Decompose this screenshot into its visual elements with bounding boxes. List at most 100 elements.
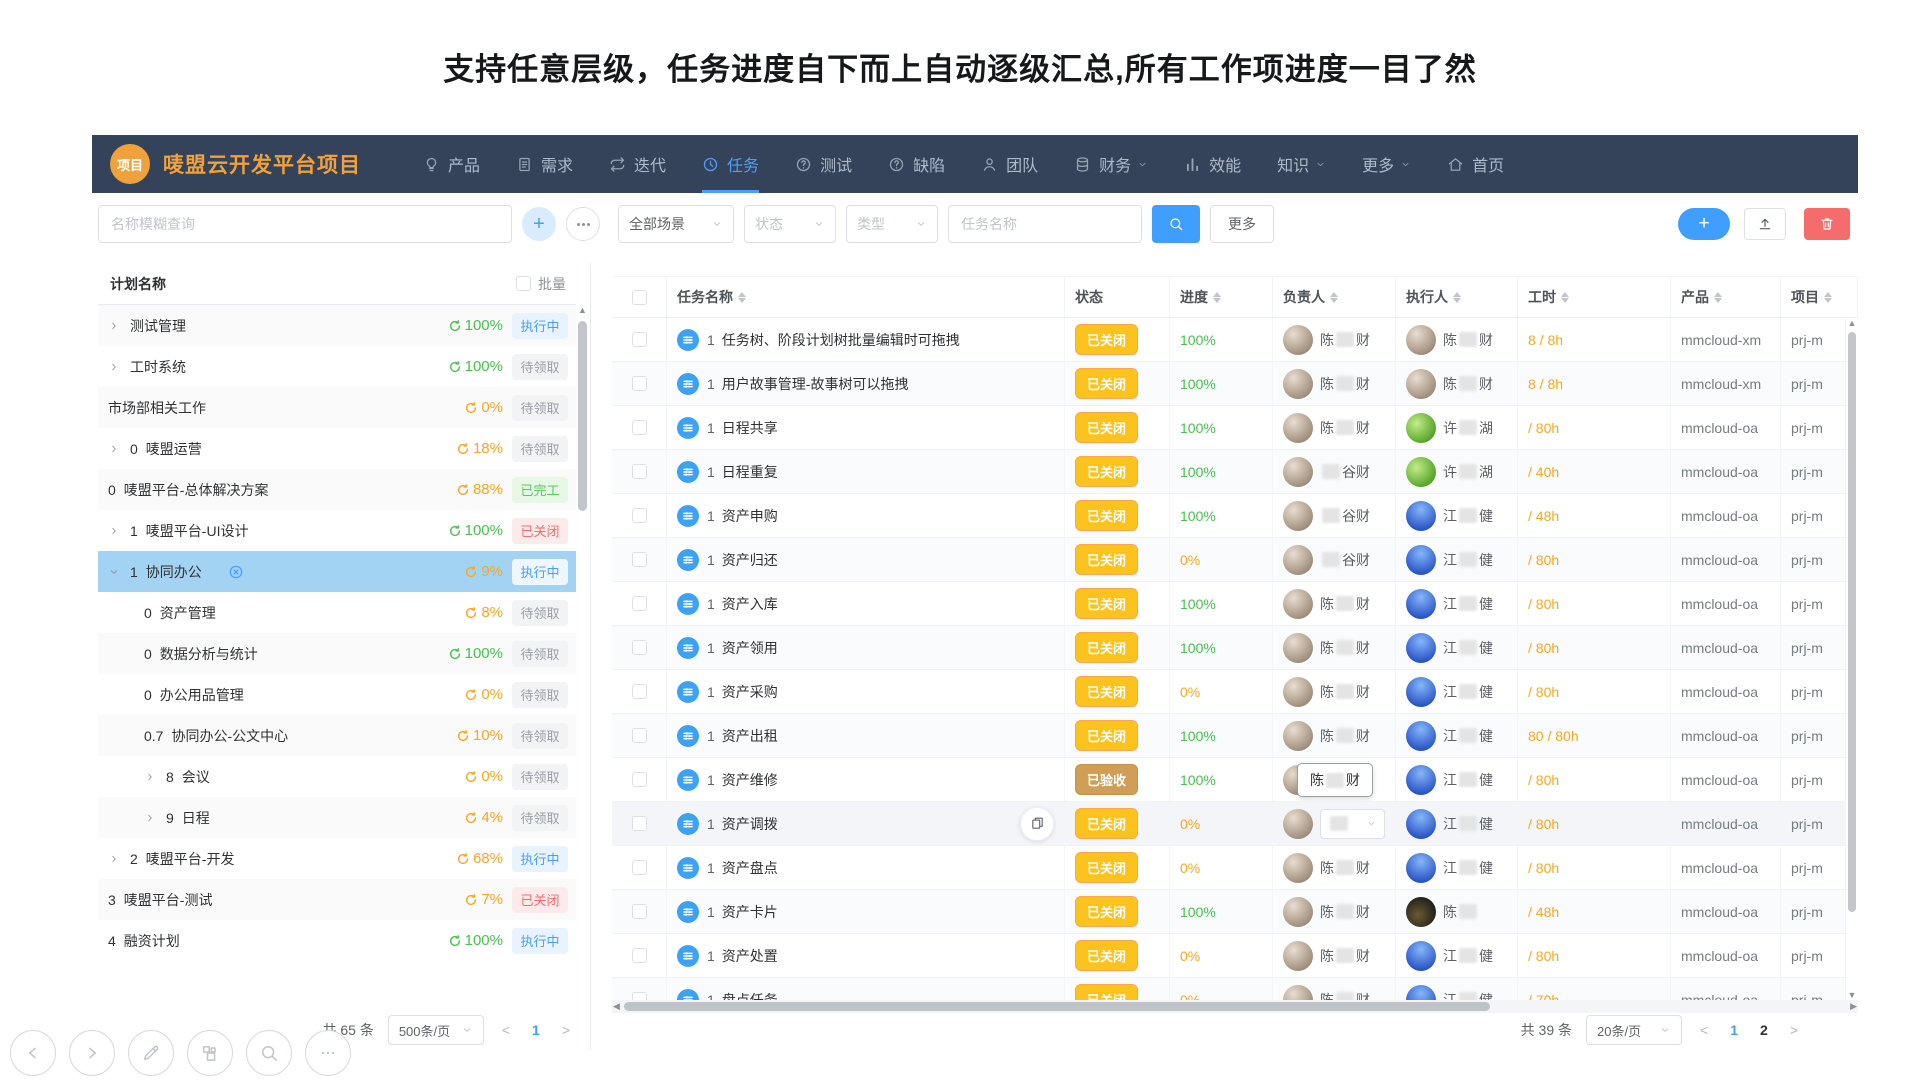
row-checkbox[interactable] <box>632 904 647 919</box>
task-next-page[interactable]: > <box>1786 1022 1802 1038</box>
plan-tree-item[interactable]: 0数据分析与统计100%待领取 <box>98 633 576 674</box>
task-prev-page[interactable]: < <box>1696 1022 1712 1038</box>
task-row[interactable]: 1任务树、阶段计划树批量编辑时可拖拽已关闭100%陈财陈财8 / 8hmmclo… <box>612 318 1846 362</box>
plan-tree-item[interactable]: 4融资计划100%执行中 <box>98 920 576 961</box>
column-header[interactable]: 项目 <box>1781 277 1858 317</box>
plan-tree-item[interactable]: 1协同办公9%执行中 <box>98 551 576 592</box>
row-checkbox[interactable] <box>632 992 647 1000</box>
plan-tree-item[interactable]: 0办公用品管理0%待领取 <box>98 674 576 715</box>
pen-button[interactable] <box>128 1030 174 1076</box>
task-row[interactable]: 1资产归还已关闭0%谷财江健/ 80hmmcloud-oaprj-m <box>612 538 1846 582</box>
nav-item-7[interactable]: 团队 <box>981 135 1038 193</box>
type-select[interactable]: 类型 <box>846 205 938 243</box>
owner-select[interactable] <box>1320 809 1385 839</box>
sort-icon[interactable] <box>1714 292 1722 303</box>
nav-item-12[interactable]: 首页 <box>1447 135 1504 193</box>
upload-button[interactable] <box>1744 208 1786 240</box>
plan-scrollbar[interactable]: ▲ <box>576 305 589 961</box>
column-header[interactable]: 状态 <box>1065 277 1170 317</box>
task-row[interactable]: 1资产采购已关闭0%陈财江健/ 80hmmcloud-oaprj-m <box>612 670 1846 714</box>
delete-button[interactable] <box>1804 208 1850 240</box>
sort-icon[interactable] <box>1453 292 1461 303</box>
task-row[interactable]: 1用户故事管理-故事树可以拖拽已关闭100%陈财陈财8 / 8hmmcloud-… <box>612 362 1846 406</box>
chevron-right-icon[interactable] <box>108 853 120 865</box>
plan-prev-page[interactable]: < <box>498 1022 514 1038</box>
row-checkbox[interactable] <box>632 464 647 479</box>
copy-task-button[interactable] <box>1020 807 1054 841</box>
task-row[interactable]: 1日程共享已关闭100%陈财许湖/ 80hmmcloud-oaprj-m <box>612 406 1846 450</box>
row-checkbox[interactable] <box>632 376 647 391</box>
scroll-right-icon[interactable]: ▶ <box>1850 1001 1857 1012</box>
add-plan-button[interactable]: + <box>522 207 556 241</box>
sort-icon[interactable] <box>1330 292 1338 303</box>
row-checkbox[interactable] <box>632 948 647 963</box>
nav-item-3[interactable]: 迭代 <box>609 135 666 193</box>
column-header[interactable]: 执行人 <box>1396 277 1518 317</box>
row-checkbox[interactable] <box>632 508 647 523</box>
task-page-size-select[interactable]: 20条/页 <box>1586 1015 1682 1045</box>
plan-tree-item[interactable]: 0唛盟运营18%待领取 <box>98 428 576 469</box>
scroll-up-icon[interactable]: ▲ <box>1846 318 1858 328</box>
magnifier-button[interactable] <box>246 1030 292 1076</box>
plan-tree-item[interactable]: 1唛盟平台-UI设计100%已关闭 <box>98 510 576 551</box>
plan-tree-item[interactable]: 市场部相关工作0%待领取 <box>98 387 576 428</box>
chevron-right-icon[interactable] <box>144 771 156 783</box>
plan-tree-item[interactable]: 0唛盟平台-总体解决方案88%已完工 <box>98 469 576 510</box>
row-checkbox[interactable] <box>632 860 647 875</box>
row-checkbox[interactable] <box>632 684 647 699</box>
owner-edit-popup[interactable]: 陈财 <box>1297 763 1373 797</box>
task-row[interactable]: 1资产盘点已关闭0%陈财江健/ 80hmmcloud-oaprj-m <box>612 846 1846 890</box>
nav-item-2[interactable]: 需求 <box>516 135 573 193</box>
status-select[interactable]: 状态 <box>744 205 836 243</box>
column-header[interactable]: 产品 <box>1671 277 1781 317</box>
column-header[interactable]: 负责人 <box>1273 277 1396 317</box>
task-row[interactable]: 1盘点任务已关闭0%陈财江健/ 70hmmcloud-oaprj-m <box>612 978 1846 1000</box>
row-checkbox[interactable] <box>632 640 647 655</box>
scrollbar-thumb[interactable] <box>1848 332 1856 912</box>
plan-page-size-select[interactable]: 500条/页 <box>388 1015 484 1045</box>
column-header[interactable]: 任务名称 <box>667 277 1065 317</box>
row-checkbox[interactable] <box>632 420 647 435</box>
table-vscrollbar[interactable]: ▲ ▼ <box>1846 318 1858 1000</box>
plan-tree-item[interactable]: 8会议0%待领取 <box>98 756 576 797</box>
row-checkbox[interactable] <box>632 728 647 743</box>
caret-left-button[interactable] <box>10 1030 56 1076</box>
task-row[interactable]: 1资产卡片已关闭100%陈财陈/ 48hmmcloud-oaprj-m <box>612 890 1846 934</box>
scene-select[interactable]: 全部场景 <box>618 205 734 243</box>
search-button[interactable] <box>1152 205 1200 243</box>
select-all-checkbox[interactable] <box>632 290 647 305</box>
plan-search-input[interactable] <box>98 205 512 243</box>
plan-tree-item[interactable]: 2唛盟平台-开发68%执行中 <box>98 838 576 879</box>
task-page-2[interactable]: 2 <box>1756 1022 1772 1038</box>
nav-item-4[interactable]: 任务 <box>702 135 759 193</box>
more-filter-button[interactable]: 更多 <box>1210 205 1274 243</box>
plan-tree-item[interactable]: 测试管理100%执行中 <box>98 305 576 346</box>
scrollbar-thumb[interactable] <box>624 1002 1490 1011</box>
add-task-button[interactable]: + <box>1678 208 1730 240</box>
plan-tree-item[interactable]: 0.7协同办公-公文中心10%待领取 <box>98 715 576 756</box>
chevron-right-icon[interactable] <box>108 320 120 332</box>
nav-item-11[interactable]: 更多 <box>1362 135 1411 193</box>
plan-tree-item[interactable]: 3唛盟平台-测试7%已关闭 <box>98 879 576 920</box>
chevron-right-icon[interactable] <box>108 525 120 537</box>
nav-item-6[interactable]: 缺陷 <box>888 135 945 193</box>
table-hscrollbar[interactable]: ◀ ▶ <box>612 1000 1858 1013</box>
sort-icon[interactable] <box>1213 292 1221 303</box>
plan-next-page[interactable]: > <box>558 1022 574 1038</box>
row-checkbox[interactable] <box>632 596 647 611</box>
scroll-up-icon[interactable]: ▲ <box>576 305 589 315</box>
row-checkbox[interactable] <box>632 816 647 831</box>
task-row[interactable]: 1资产领用已关闭100%陈财江健/ 80hmmcloud-oaprj-m <box>612 626 1846 670</box>
task-row[interactable]: 1日程重复已关闭100%谷财许湖/ 40hmmcloud-oaprj-m <box>612 450 1846 494</box>
scroll-down-icon[interactable]: ▼ <box>1846 990 1858 1000</box>
task-row[interactable]: 1资产申购已关闭100%谷财江健/ 48hmmcloud-oaprj-m <box>612 494 1846 538</box>
plan-tree-item[interactable]: 9日程4%待领取 <box>98 797 576 838</box>
column-header[interactable]: 进度 <box>1170 277 1273 317</box>
task-row[interactable]: 1资产处置已关闭0%陈财江健/ 80hmmcloud-oaprj-m <box>612 934 1846 978</box>
chevron-down-icon[interactable] <box>108 566 120 578</box>
dots-button[interactable] <box>305 1030 351 1076</box>
batch-checkbox[interactable] <box>516 276 531 291</box>
row-checkbox[interactable] <box>632 552 647 567</box>
chevron-right-icon[interactable] <box>108 443 120 455</box>
row-checkbox[interactable] <box>632 332 647 347</box>
